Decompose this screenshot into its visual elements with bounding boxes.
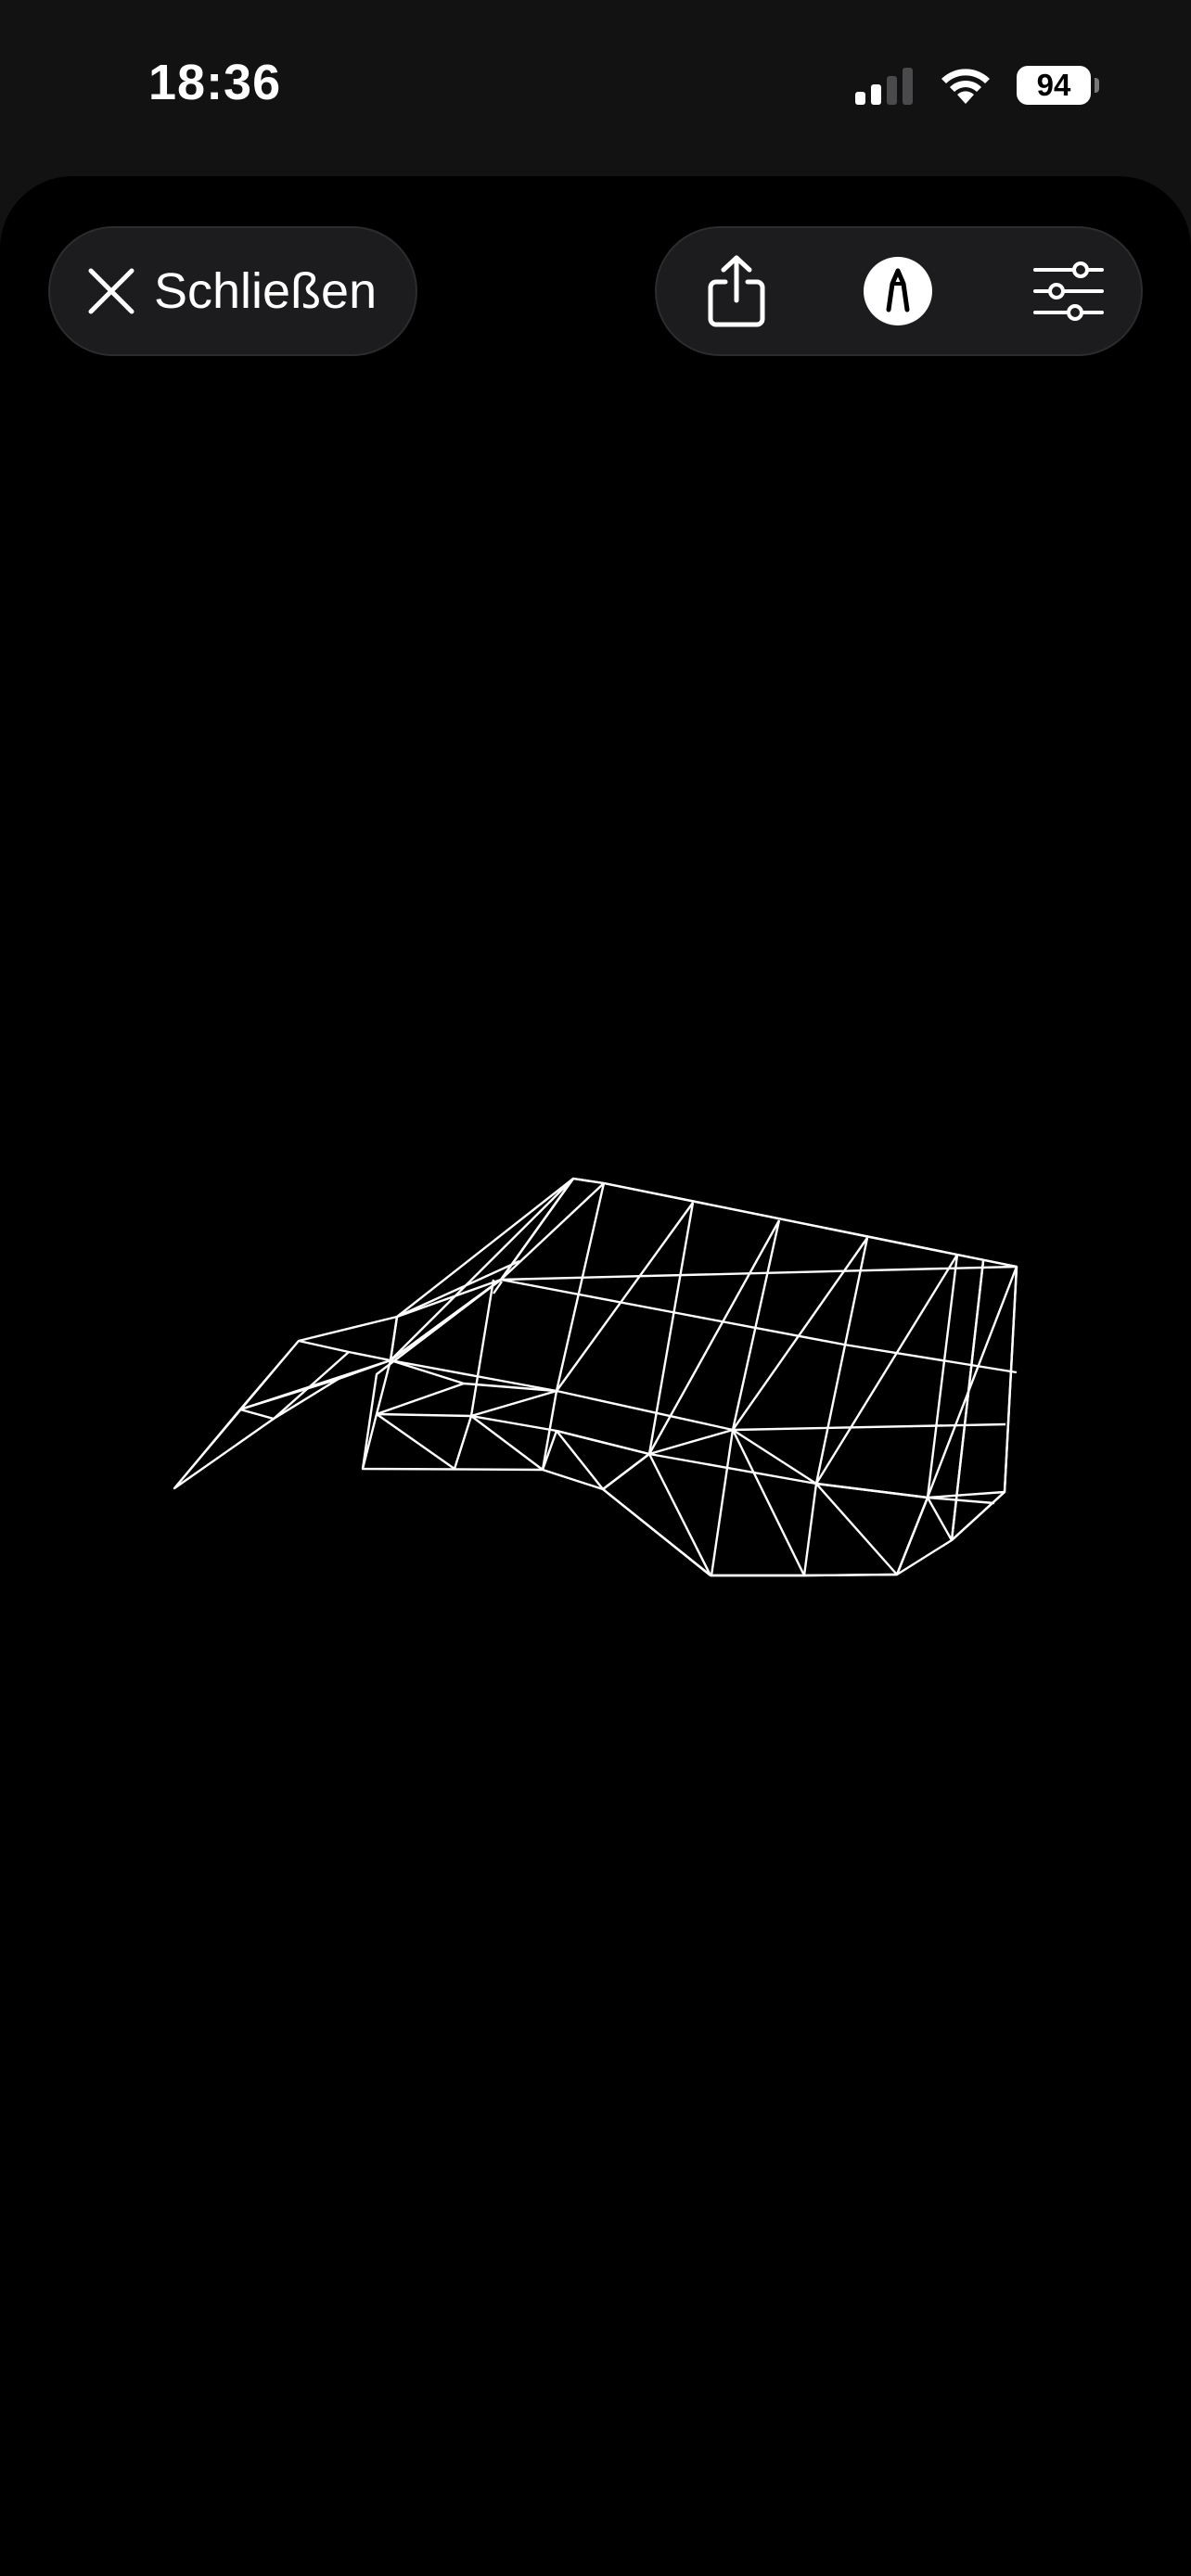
status-time: 18:36 (148, 55, 282, 110)
markup-button[interactable] (842, 228, 954, 354)
status-icons: 94 (855, 65, 1099, 106)
adjust-button[interactable] (1013, 228, 1124, 354)
viewer-toolbar (655, 226, 1143, 356)
share-button[interactable] (681, 228, 792, 354)
markup-icon (864, 257, 932, 325)
close-button[interactable]: Schließen (48, 226, 417, 356)
close-button-label: Schließen (154, 263, 378, 319)
model-viewer-sheet: Schließen (0, 176, 1191, 2576)
sliders-icon (1033, 261, 1104, 321)
cellular-signal-icon (855, 68, 913, 105)
screen: 18:36 94 Schließen (0, 0, 1191, 2576)
status-bar: 18:36 94 (0, 0, 1191, 176)
battery-indicator: 94 (1017, 66, 1099, 105)
wireframe-mesh (173, 1177, 1018, 1577)
close-icon (88, 268, 134, 314)
share-icon (708, 255, 765, 327)
wifi-icon (941, 69, 990, 104)
wireframe-viewport[interactable] (0, 176, 1191, 2576)
